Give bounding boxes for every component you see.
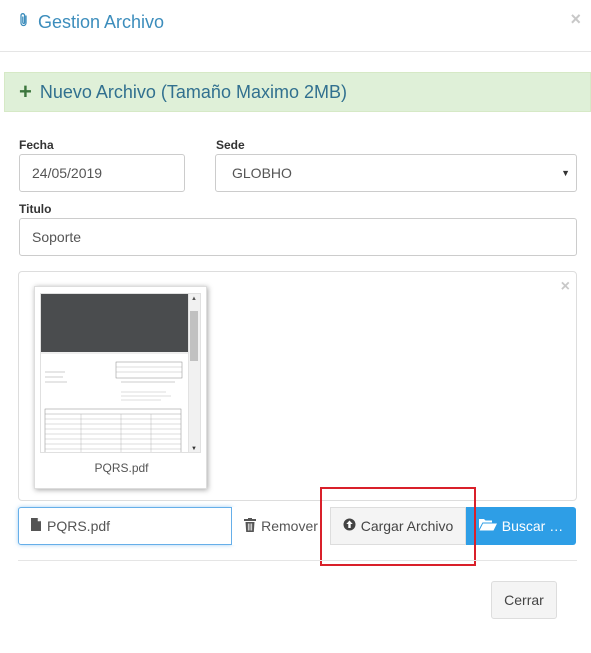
- titulo-value: Soporte: [32, 229, 82, 245]
- fecha-input[interactable]: 24/05/2019: [19, 154, 185, 192]
- footer-divider: [18, 560, 577, 561]
- circle-arrow-up-icon: [343, 518, 356, 534]
- selected-file-field[interactable]: PQRS.pdf: [18, 507, 232, 545]
- selected-file-name: PQRS.pdf: [47, 518, 111, 534]
- sede-select[interactable]: GLOBHO ▼: [215, 154, 577, 192]
- upload-button[interactable]: Cargar Archivo: [330, 507, 466, 545]
- scroll-down-icon[interactable]: ▼: [191, 446, 197, 452]
- paperclip-icon: [18, 12, 30, 33]
- pdf-page-content: [41, 352, 189, 452]
- select-caret-icon: ▼: [561, 168, 570, 178]
- upload-label: Cargar Archivo: [360, 518, 454, 534]
- scroll-up-icon[interactable]: ▲: [191, 296, 197, 302]
- file-thumbnail[interactable]: ▲ ▼ PQRS.pdf: [34, 286, 207, 489]
- thumbnail-filename: PQRS.pdf: [94, 461, 149, 475]
- file-icon: [31, 518, 41, 534]
- browse-label: Buscar …: [501, 518, 564, 534]
- modal-title: Gestion Archivo: [18, 12, 164, 33]
- modal-close-icon[interactable]: ×: [570, 10, 581, 28]
- modal-title-text: Gestion Archivo: [38, 12, 165, 32]
- sede-value: GLOBHO: [232, 165, 292, 181]
- pdf-scrollbar[interactable]: ▲ ▼: [188, 294, 200, 452]
- remove-label: Remover: [261, 518, 318, 534]
- preview-close-icon[interactable]: ×: [561, 278, 570, 296]
- plus-icon: +: [19, 79, 32, 104]
- browse-button[interactable]: Buscar …: [466, 507, 576, 545]
- fecha-value: 24/05/2019: [32, 165, 103, 181]
- titulo-label: Titulo: [19, 202, 52, 216]
- remove-button[interactable]: Remover: [232, 507, 330, 545]
- pdf-preview: ▲ ▼: [40, 293, 201, 453]
- folder-open-icon: [478, 518, 497, 534]
- file-preview-box: × ▲ ▼ PQRS.pdf: [18, 271, 577, 501]
- titulo-input[interactable]: Soporte: [19, 218, 577, 256]
- fecha-label: Fecha: [19, 138, 54, 152]
- close-button[interactable]: Cerrar: [491, 581, 557, 619]
- pdf-header-block: [41, 294, 189, 352]
- new-file-alert: + Nuevo Archivo (Tamaño Maximo 2MB): [4, 72, 591, 112]
- alert-text: Nuevo Archivo (Tamaño Maximo 2MB): [39, 81, 347, 102]
- trash-icon: [244, 517, 257, 535]
- modal-header: Gestion Archivo ×: [0, 0, 591, 52]
- pdf-scrollbar-thumb[interactable]: [190, 311, 198, 361]
- sede-label: Sede: [216, 138, 245, 152]
- close-button-label: Cerrar: [504, 592, 544, 608]
